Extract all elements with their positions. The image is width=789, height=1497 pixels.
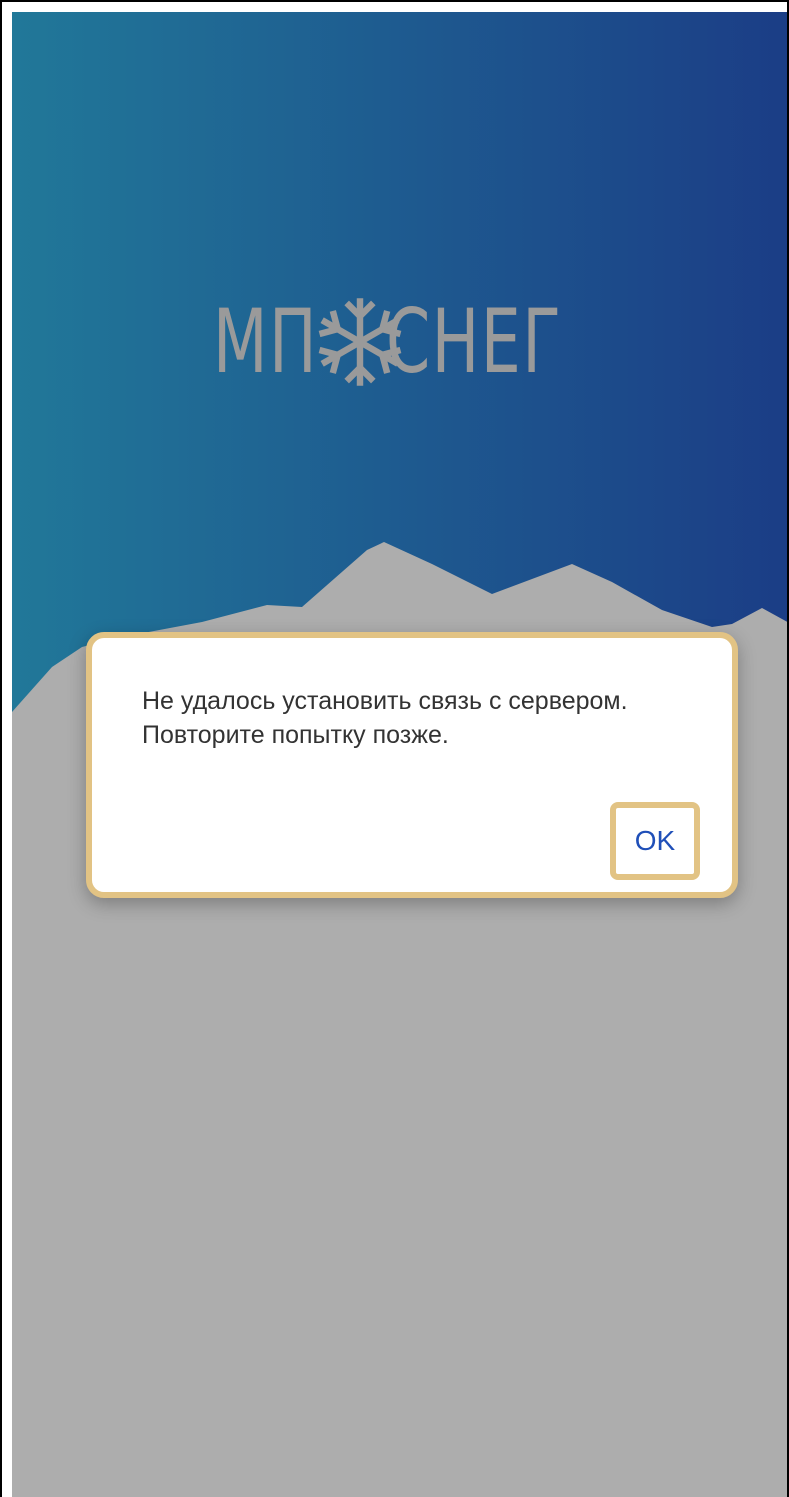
ok-button[interactable]: OK [610,802,700,880]
logo-text-right: СНЕГ [386,290,563,393]
app-logo: МП СНЕГ [12,282,787,402]
error-dialog: Не удалось установить связь с сервером. … [86,632,738,898]
splash-screen: МП СНЕГ Не удалось установить связь с се… [12,12,787,1497]
ok-button-label: OK [634,825,676,856]
device-frame: МП СНЕГ Не удалось установить связь с се… [0,0,789,1497]
logo-text-left: МП [212,290,319,393]
dialog-message: Не удалось установить связь с сервером. … [142,687,628,749]
